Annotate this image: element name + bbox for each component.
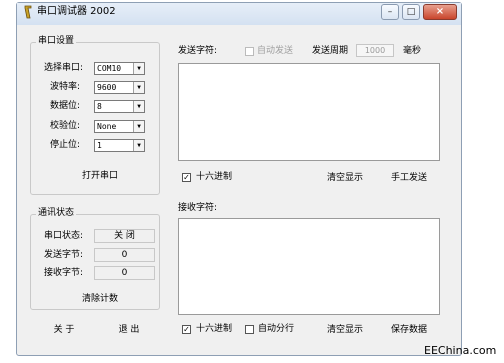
port-select[interactable]: COM10 ▼: [94, 62, 145, 75]
receive-label: 接收字符:: [178, 203, 218, 213]
app-icon: [24, 5, 32, 19]
close-button[interactable]: ×: [423, 4, 457, 20]
manual-send-button[interactable]: 手工发送: [386, 173, 432, 184]
parity-value: None: [97, 122, 117, 131]
send-period-input[interactable]: 1000: [356, 44, 394, 57]
chevron-down-icon[interactable]: ▼: [133, 121, 144, 132]
port-value: COM10: [97, 64, 122, 73]
about-button[interactable]: 关 于: [48, 325, 80, 336]
baud-value: 9600: [97, 83, 117, 92]
send-period-label: 发送周期: [312, 46, 349, 56]
send-hex-checkbox[interactable]: ✓: [182, 173, 191, 182]
auto-send-checkbox[interactable]: [245, 47, 254, 56]
sent-bytes-label: 发送字节:: [44, 250, 84, 260]
exit-button[interactable]: 退 出: [113, 325, 145, 336]
send-hex-label: 十六进制: [196, 172, 233, 182]
received-bytes-value: 0: [94, 266, 155, 280]
parity-label: 校验位:: [50, 121, 81, 131]
open-port-button[interactable]: 打开串口: [72, 171, 128, 182]
send-textarea[interactable]: [178, 63, 440, 161]
stopbits-select[interactable]: 1 ▼: [94, 139, 145, 152]
sent-bytes-value: 0: [94, 248, 155, 262]
receive-hex-checkbox[interactable]: ✓: [182, 325, 191, 334]
databits-value: 8: [97, 102, 102, 111]
auto-send-label: 自动发送: [257, 46, 294, 56]
chevron-down-icon[interactable]: ▼: [133, 82, 144, 93]
minimize-button[interactable]: –: [381, 4, 399, 20]
clear-count-button[interactable]: 清除计数: [72, 294, 128, 305]
port-label: 选择串口:: [44, 63, 84, 73]
send-period-unit: 毫秒: [403, 46, 422, 56]
parity-select[interactable]: None ▼: [94, 120, 145, 133]
auto-wrap-checkbox[interactable]: [245, 325, 254, 334]
port-status-value: 关 闭: [94, 229, 155, 243]
window-title: 串口调试器 2002: [37, 6, 116, 17]
send-clear-display-button[interactable]: 清空显示: [322, 173, 368, 184]
receive-textarea[interactable]: [178, 218, 440, 315]
baud-label: 波特率:: [50, 82, 81, 92]
chevron-down-icon[interactable]: ▼: [133, 63, 144, 74]
port-status-label: 串口状态:: [44, 231, 84, 241]
receive-clear-display-button[interactable]: 清空显示: [322, 325, 368, 336]
receive-hex-label: 十六进制: [196, 324, 233, 334]
maximize-button[interactable]: □: [402, 4, 420, 20]
chevron-down-icon[interactable]: ▼: [133, 140, 144, 151]
databits-label: 数据位:: [50, 101, 81, 111]
databits-select[interactable]: 8 ▼: [94, 100, 145, 113]
stopbits-value: 1: [97, 141, 102, 150]
send-label: 发送字符:: [178, 46, 218, 56]
chevron-down-icon[interactable]: ▼: [133, 101, 144, 112]
baud-select[interactable]: 9600 ▼: [94, 81, 145, 94]
auto-wrap-label: 自动分行: [258, 324, 295, 334]
received-bytes-label: 接收字节:: [44, 268, 84, 278]
comm-status-title: 通讯状态: [36, 208, 77, 219]
save-data-button[interactable]: 保存数据: [386, 325, 432, 336]
stopbits-label: 停止位:: [50, 140, 81, 150]
serial-settings-title: 串口设置: [36, 36, 77, 47]
watermark-text: EEChina.com: [424, 344, 497, 357]
